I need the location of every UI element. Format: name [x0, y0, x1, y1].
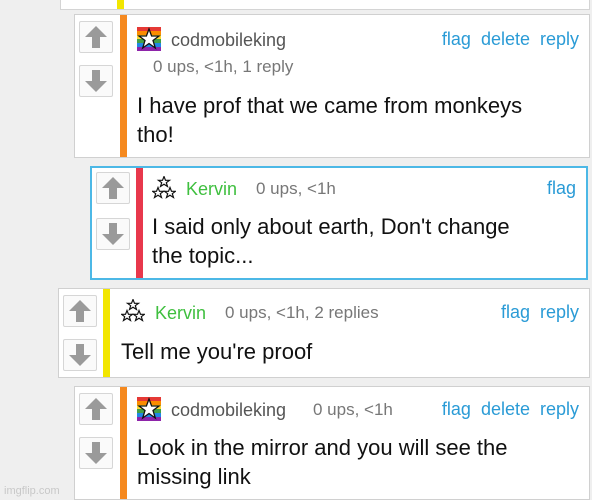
arrow-down-icon — [85, 70, 107, 92]
comment-meta: 0 ups, <1h, 2 replies — [225, 303, 379, 322]
arrow-up-icon — [85, 398, 107, 420]
comment-2: Kervin 0 ups, <1h flag I said only about… — [90, 166, 588, 280]
comment-meta: 0 ups, <1h, 1 reply — [153, 57, 294, 76]
arrow-up-icon — [69, 300, 91, 322]
rainbow-star-avatar[interactable] — [137, 27, 161, 51]
vote-controls — [75, 15, 117, 157]
comment-text-line: I said only about earth, Don't change — [152, 214, 510, 239]
comment-text: I said only about earth, Don't change th… — [152, 212, 510, 270]
imgflip-watermark: imgflip.com — [4, 485, 60, 497]
upvote-button[interactable] — [79, 393, 113, 425]
comment-color-bar — [120, 15, 127, 157]
rainbow-star-avatar[interactable] — [137, 397, 161, 421]
comment-text-line: Tell me you're proof — [121, 339, 313, 364]
reply-link[interactable]: reply — [540, 302, 579, 322]
comment-1: codmobileking 0 ups, <1h, 1 reply flag de… — [74, 14, 590, 158]
flag-link[interactable]: flag — [442, 29, 471, 49]
vote-controls — [59, 289, 101, 377]
comment-actions: flag reply — [491, 302, 579, 323]
username[interactable]: Kervin — [155, 303, 206, 324]
flag-link[interactable]: flag — [442, 399, 471, 419]
comment-color-bar — [120, 387, 127, 499]
reply-link[interactable]: reply — [540, 399, 579, 419]
vote-controls — [92, 168, 134, 278]
comment-actions: flag delete reply — [432, 399, 579, 420]
vote-controls — [75, 387, 117, 499]
upvote-button[interactable] — [96, 172, 130, 204]
comment-actions: flag delete reply — [432, 29, 579, 50]
arrow-up-icon — [102, 177, 124, 199]
previous-comment-edge — [60, 0, 590, 10]
reply-link[interactable]: reply — [540, 29, 579, 49]
downvote-button[interactable] — [79, 437, 113, 469]
username[interactable]: codmobileking — [171, 400, 286, 421]
comment-text: Tell me you're proof — [121, 337, 312, 366]
comment-color-bar — [117, 0, 124, 9]
three-stars-avatar[interactable] — [121, 299, 145, 323]
comment-text: I have prof that we came from monkeys th… — [137, 91, 522, 149]
downvote-button[interactable] — [79, 65, 113, 97]
arrow-down-icon — [85, 442, 107, 464]
upvote-button[interactable] — [79, 21, 113, 53]
comment-actions: flag — [537, 178, 576, 199]
arrow-down-icon — [102, 223, 124, 245]
username[interactable]: codmobileking — [171, 30, 286, 51]
comment-text-line: missing link — [137, 464, 251, 489]
comment-text-line: tho! — [137, 122, 174, 147]
comment-text-line: Look in the mirror and you will see the — [137, 435, 508, 460]
arrow-up-icon — [85, 26, 107, 48]
delete-link[interactable]: delete — [481, 399, 530, 419]
arrow-down-icon — [69, 344, 91, 366]
comment-meta: 0 ups, <1h — [256, 179, 336, 198]
username[interactable]: Kervin — [186, 179, 237, 200]
comment-4: codmobileking 0 ups, <1h flag delete reply… — [74, 386, 590, 500]
flag-link[interactable]: flag — [501, 302, 530, 322]
comment-color-bar — [136, 168, 143, 278]
comment-color-bar — [103, 289, 110, 377]
comment-text: Look in the mirror and you will see the … — [137, 433, 508, 491]
upvote-button[interactable] — [63, 295, 97, 327]
comment-text-line: the topic... — [152, 243, 254, 268]
comment-3: Kervin 0 ups, <1h, 2 replies flag reply T… — [58, 288, 590, 378]
delete-link[interactable]: delete — [481, 29, 530, 49]
three-stars-avatar[interactable] — [152, 176, 176, 200]
comment-meta: 0 ups, <1h — [313, 400, 393, 419]
downvote-button[interactable] — [96, 218, 130, 250]
comment-text-line: I have prof that we came from monkeys — [137, 93, 523, 118]
flag-link[interactable]: flag — [547, 178, 576, 198]
downvote-button[interactable] — [63, 339, 97, 371]
